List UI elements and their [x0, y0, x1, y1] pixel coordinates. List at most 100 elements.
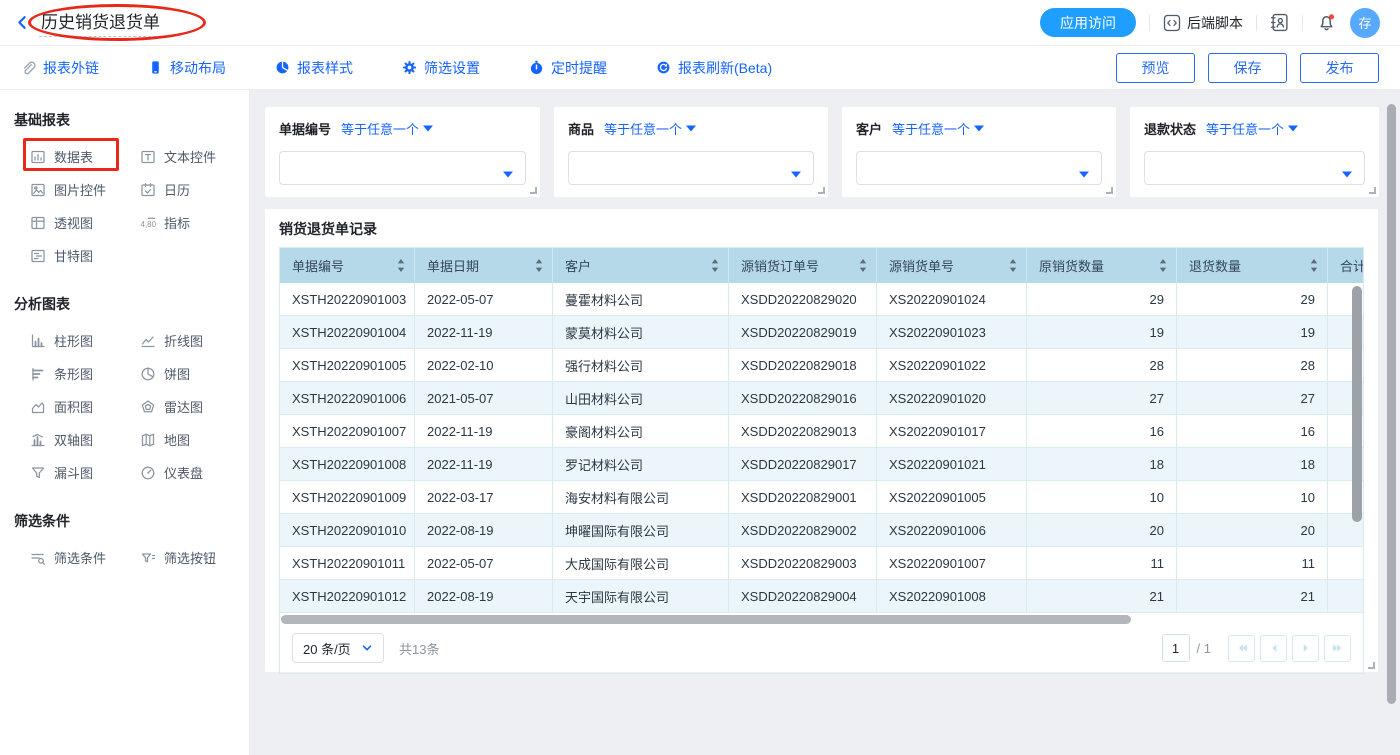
sidebar-item-data-table[interactable]: 数据表 [30, 140, 140, 173]
toolbar-item-link[interactable]: 报表外链 [21, 58, 99, 78]
sidebar-section-items: 数据表文本控件图片控件日历透视图4,80指标甘特图 [30, 140, 249, 272]
contacts-icon[interactable] [1270, 13, 1289, 32]
sidebar-item-funnel-chart[interactable]: 漏斗图 [30, 456, 140, 489]
filter-operator-dropdown[interactable]: 等于任意一个 [892, 119, 984, 138]
horizontal-scrollbar[interactable] [280, 615, 1363, 625]
sort-icon[interactable] [859, 259, 867, 272]
sidebar-item-map[interactable]: 地图 [140, 423, 249, 456]
sort-icon[interactable] [1159, 259, 1167, 272]
filter-operator-dropdown[interactable]: 等于任意一个 [341, 119, 433, 138]
table-vertical-scrollbar[interactable] [1352, 286, 1362, 522]
metric-icon: 4,80 [140, 215, 156, 231]
table-column-header[interactable]: 合计金 [1328, 248, 1364, 283]
sort-icon[interactable] [397, 259, 405, 272]
table-cell: XSTH20220901012 [280, 580, 415, 612]
table-cell: 29 [1027, 283, 1177, 315]
resize-handle[interactable] [1368, 662, 1375, 669]
horizontal-scrollbar-thumb[interactable] [281, 615, 1131, 624]
sidebar-item-column-chart[interactable]: 柱形图 [30, 324, 140, 357]
table-cell: XSDD20220829017 [729, 448, 877, 480]
page-title[interactable]: 历史销货退货单 [39, 8, 166, 37]
bell-icon[interactable] [1316, 12, 1337, 33]
back-button[interactable] [14, 14, 31, 31]
preview-button[interactable]: 预览 [1116, 53, 1195, 83]
table-row: XSTH202209010112022-05-07大成国际有限公司XSDD202… [280, 547, 1364, 580]
caret-down-icon [503, 171, 513, 178]
resize-handle[interactable] [530, 187, 537, 194]
first-page-button[interactable] [1228, 635, 1255, 662]
resize-handle[interactable] [1106, 187, 1113, 194]
page-scrollbar[interactable] [1387, 104, 1396, 704]
table-cell: 豪阁材料公司 [553, 415, 729, 447]
table-cell: XS20220901007 [877, 547, 1027, 579]
filter-value-select[interactable] [1144, 151, 1365, 185]
resize-handle[interactable] [1369, 187, 1376, 194]
divider [1256, 15, 1257, 31]
sidebar-item-gantt[interactable]: 甘特图 [30, 239, 140, 272]
widget-sidebar: 基础报表数据表文本控件图片控件日历透视图4,80指标甘特图分析图表柱形图折线图条… [0, 90, 250, 755]
report-canvas: 单据编号等于任意一个商品等于任意一个客户等于任意一个退款状态等于任意一个 销货退… [250, 90, 1400, 755]
sidebar-item-calendar[interactable]: 日历 [140, 173, 249, 206]
table-cell: 2022-03-17 [415, 481, 553, 513]
sidebar-section-title: 分析图表 [14, 294, 249, 314]
table-column-header[interactable]: 单据日期 [415, 248, 553, 283]
backend-script-button[interactable]: 后端脚本 [1163, 13, 1243, 33]
toolbar-item-refresh[interactable]: 报表刷新(Beta) [656, 58, 772, 78]
table-widget-card: 销货退货单记录 单据编号单据日期客户源销货订单号源销货单号原销货数量退货数量合计… [265, 209, 1378, 672]
table-cell: 2022-02-10 [415, 349, 553, 381]
sidebar-item-text-widget[interactable]: 文本控件 [140, 140, 249, 173]
sort-icon[interactable] [1009, 259, 1017, 272]
save-button[interactable]: 保存 [1208, 53, 1287, 83]
header-actions: 应用访问 后端脚本 存 [1040, 8, 1380, 38]
table-cell: 16 [1177, 415, 1328, 447]
publish-button[interactable]: 发布 [1300, 53, 1379, 83]
page-input[interactable] [1162, 634, 1190, 662]
sidebar-item-bar-chart[interactable]: 条形图 [30, 357, 140, 390]
sort-icon[interactable] [1310, 259, 1318, 272]
sidebar-item-filter-condition[interactable]: 筛选条件 [30, 541, 140, 574]
sort-icon[interactable] [535, 259, 543, 272]
table-column-header[interactable]: 客户 [553, 248, 729, 283]
sidebar-item-area-chart[interactable]: 面积图 [30, 390, 140, 423]
last-page-button[interactable] [1324, 635, 1351, 662]
sidebar-item-gauge[interactable]: 仪表盘 [140, 456, 249, 489]
pivot-table-icon [30, 215, 46, 231]
next-page-button[interactable] [1292, 635, 1319, 662]
toolbar-item-pie[interactable]: 报表样式 [275, 58, 353, 78]
table-cell: 11 [1027, 547, 1177, 579]
app-access-button[interactable]: 应用访问 [1040, 8, 1136, 37]
table-column-header[interactable]: 退货数量 [1177, 248, 1328, 283]
table-column-header[interactable]: 源销货订单号 [729, 248, 877, 283]
filter-value-select[interactable] [568, 151, 814, 185]
sort-icon[interactable] [711, 259, 719, 272]
table-cell: 16 [1027, 415, 1177, 447]
table-cell: 2022-08-19 [415, 580, 553, 612]
toolbar-item-mobile[interactable]: 移动布局 [148, 58, 226, 78]
sidebar-item-pivot-table[interactable]: 透视图 [30, 206, 140, 239]
filter-value-select[interactable] [279, 151, 526, 185]
table-column-header[interactable]: 源销货单号 [877, 248, 1027, 283]
prev-page-button[interactable] [1260, 635, 1287, 662]
sidebar-item-image-widget[interactable]: 图片控件 [30, 173, 140, 206]
table-column-header[interactable]: 原销货数量 [1027, 248, 1177, 283]
filter-value-select[interactable] [856, 151, 1102, 185]
table-cell: 山田材料公司 [553, 382, 729, 414]
table-row: XSTH202209010122022-08-19天宇国际有限公司XSDD202… [280, 580, 1364, 613]
toolbar-item-gear[interactable]: 筛选设置 [402, 58, 480, 78]
caret-down-icon [423, 125, 433, 132]
table-column-header[interactable]: 单据编号 [280, 248, 415, 283]
sidebar-item-radar-chart[interactable]: 雷达图 [140, 390, 249, 423]
table-cell: XSTH20220901005 [280, 349, 415, 381]
filter-operator-dropdown[interactable]: 等于任意一个 [1206, 119, 1298, 138]
image-widget-icon [30, 182, 46, 198]
sidebar-item-filter-button[interactable]: 筛选按钮 [140, 541, 249, 574]
avatar[interactable]: 存 [1350, 8, 1380, 38]
sidebar-item-line-chart[interactable]: 折线图 [140, 324, 249, 357]
page-size-select[interactable]: 20 条/页 [292, 633, 384, 663]
filter-operator-dropdown[interactable]: 等于任意一个 [604, 119, 696, 138]
sidebar-item-pie-chart[interactable]: 饼图 [140, 357, 249, 390]
sidebar-item-metric[interactable]: 4,80指标 [140, 206, 249, 239]
sidebar-item-dual-axis[interactable]: 双轴图 [30, 423, 140, 456]
resize-handle[interactable] [818, 187, 825, 194]
toolbar-item-alarm[interactable]: 定时提醒 [529, 58, 607, 78]
